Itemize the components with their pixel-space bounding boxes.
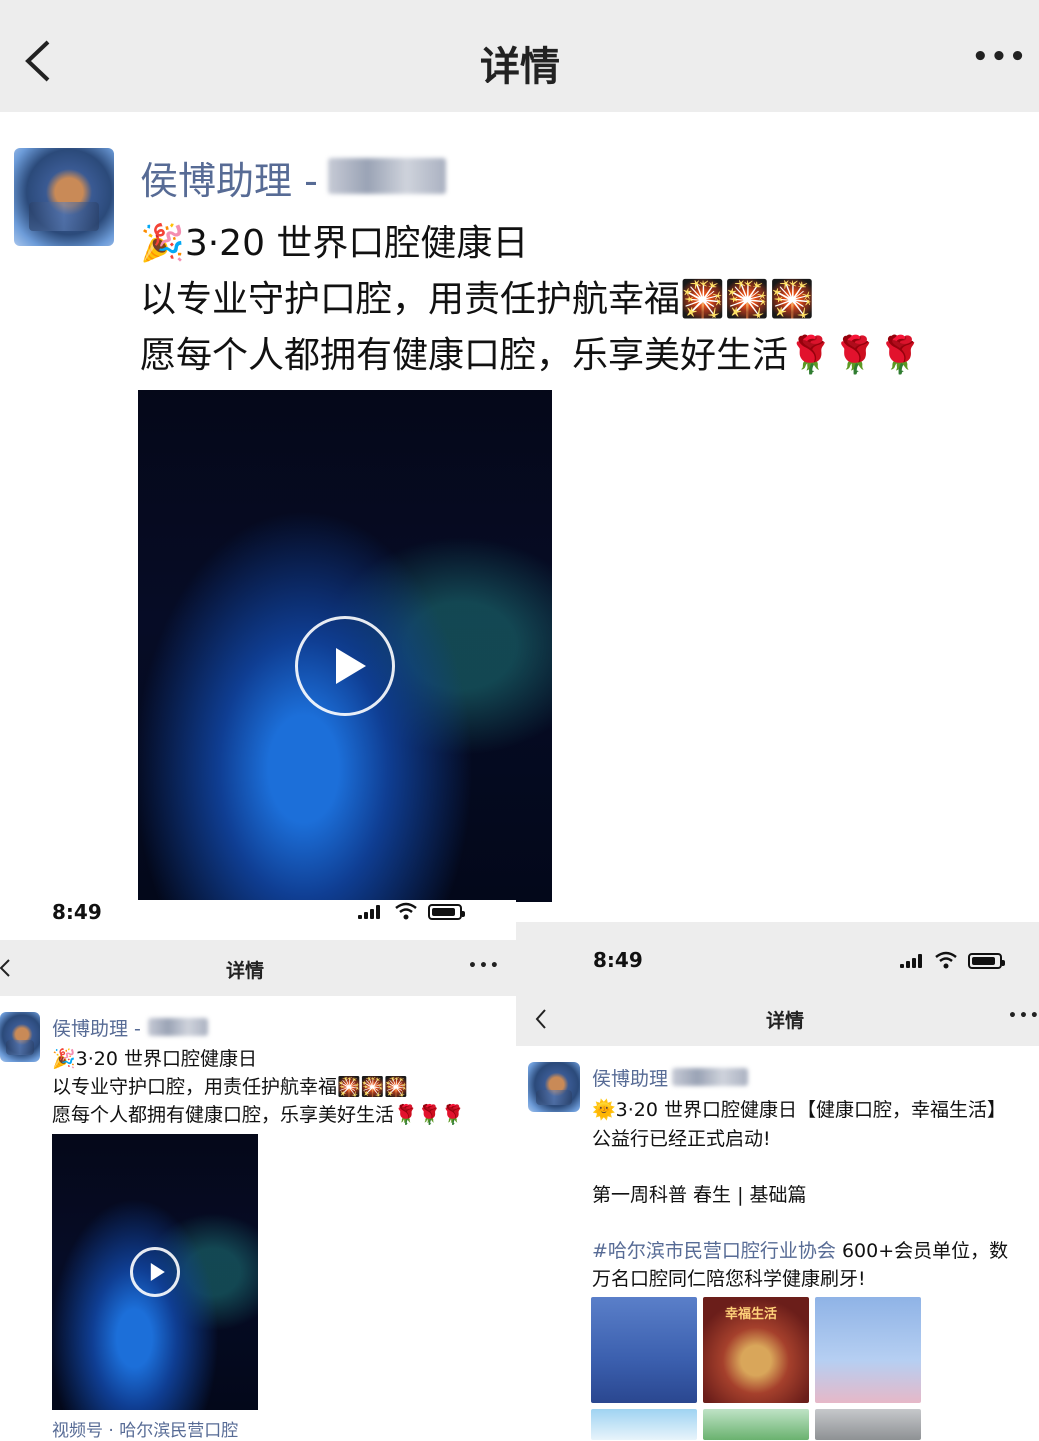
right-last-line: 万名口腔同仁陪您科学健康刷牙! — [592, 1268, 866, 1290]
right-hashtag-line: #哈尔滨市民营口腔行业协会 600+会员单位，数 — [592, 1236, 1008, 1263]
nav-title: 详情 — [480, 44, 560, 90]
hashtag-rest: 600+会员单位，数 — [835, 1240, 1009, 1262]
post-line-3: 愿每个人都拥有健康口腔，乐享美好生活🌹🌹🌹 — [140, 335, 923, 376]
left-post-line-3: 愿每个人都拥有健康口腔，乐享美好生活🌹🌹🌹 — [52, 1104, 465, 1126]
right-nav-title: 详情 — [765, 1010, 804, 1032]
right-time: 8:49 — [593, 948, 643, 972]
left-back-chevron-icon[interactable] — [0, 958, 10, 978]
right-avatar[interactable] — [528, 1062, 580, 1112]
left-author-name[interactable]: 侯博助理 - — [52, 1014, 141, 1041]
blurred-name — [328, 158, 446, 194]
left-play-icon[interactable] — [130, 1247, 180, 1297]
channel-link[interactable]: 视频号 · 哈尔滨民营口腔 — [52, 1416, 238, 1441]
left-post-line-1: 🎉3·20 世界口腔健康日 — [52, 1048, 258, 1070]
more-icon[interactable]: ••• — [972, 42, 1028, 72]
image-thumbnail-1[interactable] — [591, 1297, 697, 1403]
wifi-icon — [395, 902, 417, 920]
battery-icon — [428, 904, 465, 920]
left-time: 8:49 — [52, 900, 102, 924]
right-signal-icon — [900, 954, 924, 968]
thumbnail-caption: 幸福生活 — [725, 1307, 778, 1322]
image-thumbnail-2[interactable]: 幸福生活 — [703, 1297, 809, 1403]
video-player[interactable] — [138, 390, 552, 902]
image-thumbnail-5[interactable] — [703, 1409, 809, 1440]
hashtag-link[interactable]: #哈尔滨市民营口腔行业协会 — [592, 1240, 836, 1262]
right-post-line-2: 公益行已经正式启动! — [592, 1128, 771, 1150]
author-name[interactable]: 侯博助理 - — [140, 150, 318, 205]
right-battery-icon — [968, 953, 1005, 969]
post-line-2: 以专业守护口腔，用责任护航幸福🎇🎇🎇 — [140, 279, 815, 320]
right-blurred-name — [672, 1068, 748, 1086]
image-thumbnail-4[interactable] — [591, 1409, 697, 1440]
signal-icon — [358, 905, 382, 919]
left-blurred-name — [148, 1018, 208, 1036]
left-nav-title: 详情 — [225, 960, 264, 982]
play-icon[interactable] — [295, 616, 395, 716]
right-author-name[interactable]: 侯博助理 — [592, 1064, 668, 1091]
left-avatar[interactable] — [0, 1012, 40, 1062]
right-back-chevron-icon[interactable] — [535, 1008, 547, 1030]
right-post-line-1: 🌞3·20 世界口腔健康日【健康口腔，幸福生活】 — [592, 1099, 1007, 1121]
image-thumbnail-3[interactable] — [815, 1297, 921, 1403]
post-line-1: 🎉3·20 世界口腔健康日 — [140, 223, 529, 264]
right-week-line: 第一周科普 春生 | 基础篇 — [592, 1184, 807, 1206]
left-video-player[interactable] — [52, 1134, 258, 1410]
right-more-icon[interactable]: ••• — [1008, 1008, 1039, 1024]
right-wifi-icon — [935, 951, 957, 969]
image-thumbnail-6[interactable] — [815, 1409, 921, 1440]
back-chevron-icon[interactable] — [22, 38, 52, 84]
left-post-line-2: 以专业守护口腔，用责任护航幸福🎇🎇🎇 — [52, 1076, 408, 1098]
left-more-icon[interactable]: ••• — [468, 958, 501, 974]
avatar[interactable] — [14, 148, 114, 246]
